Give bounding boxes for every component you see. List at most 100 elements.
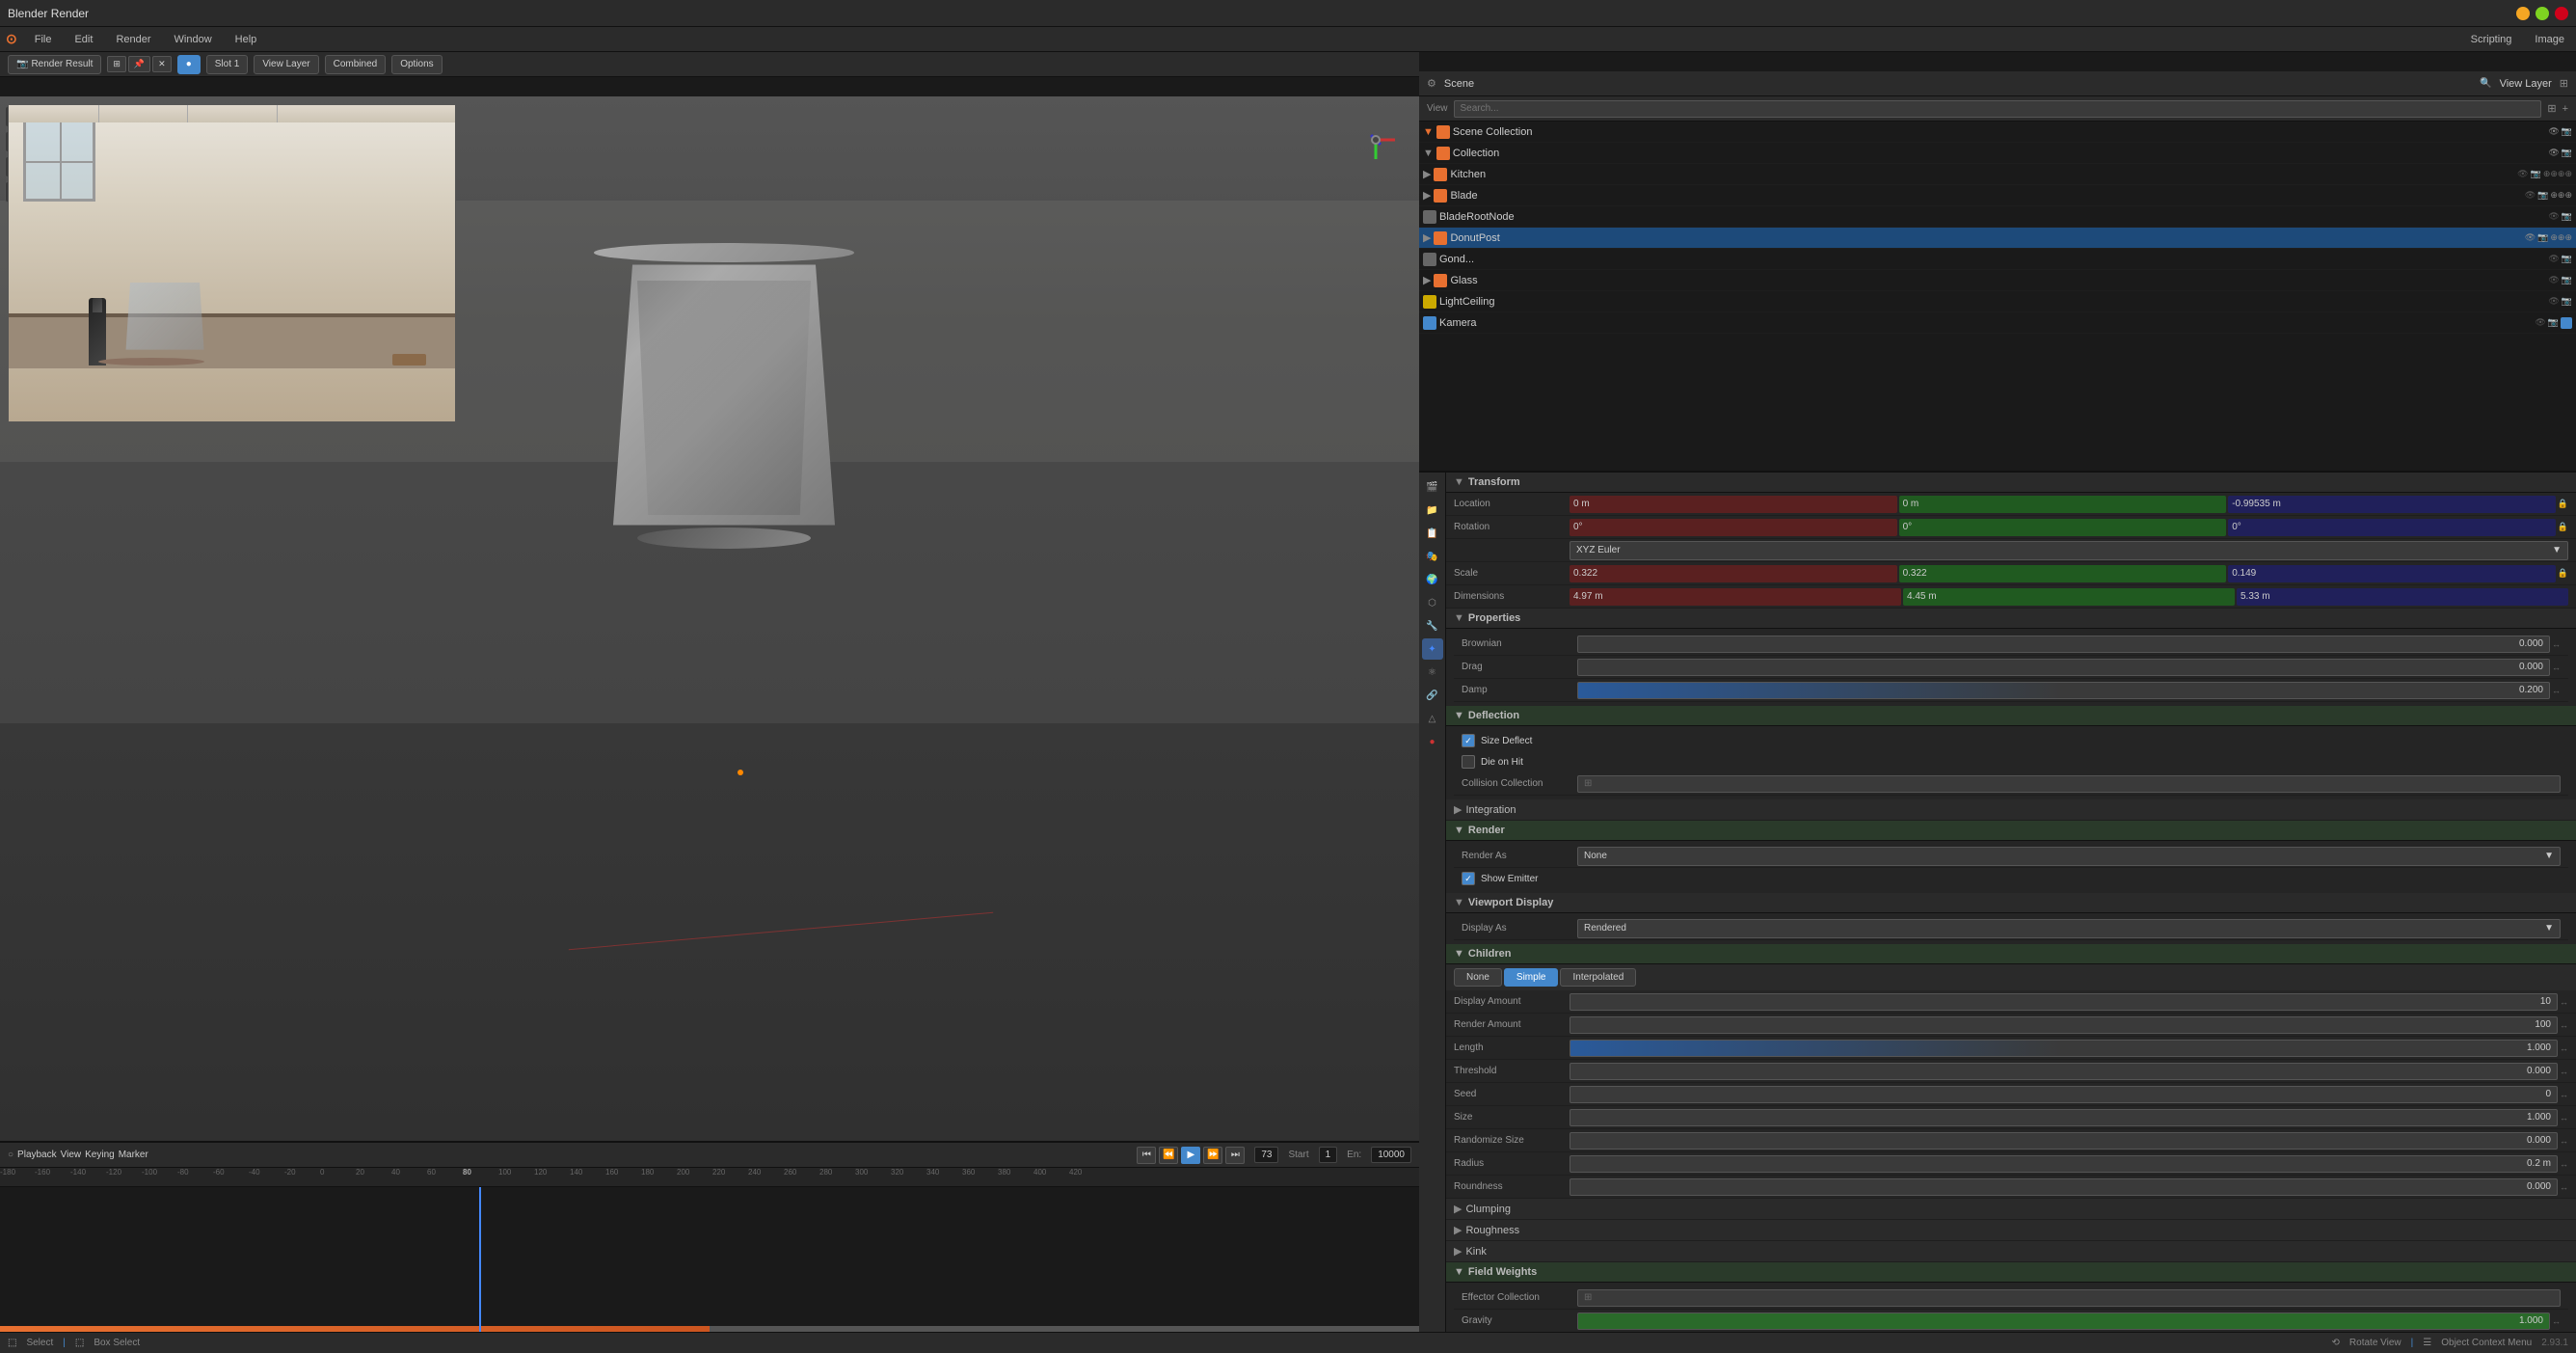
prop-render-icon[interactable]: 🎬 [1422,476,1443,498]
sc-kamera[interactable]: Kamera 👁 📷 [1419,312,2576,334]
properties-header[interactable]: ▼ Properties [1446,609,2576,629]
sc-glass[interactable]: ▶ Glass 👁 📷 [1419,270,2576,291]
sc-lightceiling[interactable]: LightCeiling 👁 📷 [1419,291,2576,312]
gond-eye[interactable]: 👁 [2548,254,2559,264]
blade-cam[interactable]: 📷 [2537,190,2548,201]
close-button[interactable] [2555,7,2568,20]
menu-blender[interactable]: ⊙ [6,31,17,47]
tab-interpolated[interactable]: Interpolated [1560,968,1636,987]
menu-render[interactable]: Render [110,32,156,47]
outliner-filter[interactable]: ⊞ [2547,102,2556,115]
rs-icon[interactable]: ↔ [2560,1136,2568,1146]
step-back-btn[interactable]: ⏪ [1159,1147,1178,1164]
loc-y-field[interactable]: 0 m [1899,496,2227,513]
damp-icon[interactable]: ↔ [2552,686,2561,695]
sc-bladerootnode[interactable]: BladeRootNode 👁 📷 [1419,206,2576,228]
rot-z-field[interactable]: 0° [2228,519,2556,536]
jump-start-btn[interactable]: ⏮ [1137,1147,1156,1164]
keying-menu[interactable]: Keying [85,1150,115,1160]
thr-icon[interactable]: ↔ [2560,1067,2568,1076]
view-layer-btn[interactable]: View Layer [254,55,318,74]
prop-output-icon[interactable]: 📁 [1422,500,1443,521]
render-view-btn[interactable]: ⊞ [107,56,126,72]
loc-z-field[interactable]: -0.99535 m [2228,496,2556,513]
render-pin-btn[interactable]: 📌 [128,56,150,72]
display-amount-value[interactable]: 10 [1570,993,2558,1011]
loc-lock-icon[interactable]: 🔒 [2558,499,2568,509]
children-header[interactable]: ▼ Children [1446,944,2576,964]
menu-window[interactable]: Window [169,32,218,47]
maximize-button[interactable] [2536,7,2549,20]
kitchen-eye[interactable]: 👁 [2517,169,2528,179]
die-on-hit-checkbox[interactable] [1462,755,1475,769]
drag-value[interactable]: 0.000 [1577,659,2550,676]
prop-particles-icon[interactable]: ✦ [1422,638,1443,660]
gizmo[interactable] [1347,111,1405,169]
dim-y-field[interactable]: 4.45 m [1903,588,2235,606]
radius-value[interactable]: 0.2 m [1570,1155,2558,1173]
seed-icon[interactable]: ↔ [2560,1090,2568,1099]
prop-obj-icon[interactable]: ⬡ [1422,592,1443,613]
play-btn[interactable]: ▶ [1181,1147,1200,1164]
outliner-view[interactable]: View [1427,103,1448,114]
sz-icon[interactable]: ↔ [2560,1113,2568,1123]
menu-help[interactable]: Help [229,32,263,47]
rot-y-field[interactable]: 0° [1899,519,2227,536]
lc-eye[interactable]: 👁 [2548,296,2559,307]
kam-eye[interactable]: 👁 [2535,317,2545,329]
filter-icon[interactable]: ⊞ [2560,77,2568,90]
da-icon[interactable]: ↔ [2560,997,2568,1007]
roughness-header[interactable]: ▶ Roughness [1446,1220,2576,1241]
slot-btn[interactable]: Slot 1 [206,55,249,74]
sc-collection[interactable]: ▼ Collection 👁 📷 [1419,143,2576,164]
viewport-display-header[interactable]: ▼ Viewport Display [1446,893,2576,913]
minimize-button[interactable] [2516,7,2530,20]
sc-donutpost[interactable]: ▶ DonutPost 👁 📷 ⊕⊕⊕ [1419,228,2576,249]
len-icon[interactable]: ↔ [2560,1043,2568,1053]
render-header[interactable]: ▼ Render [1446,821,2576,841]
effector-collection-value[interactable]: ⊞ [1577,1289,2561,1307]
sc-scene-collection[interactable]: ▼ Scene Collection 👁 📷 [1419,122,2576,143]
step-fwd-btn[interactable]: ⏩ [1203,1147,1222,1164]
outliner-add[interactable]: + [2563,103,2568,115]
col-cam[interactable]: 📷 [2562,148,2572,158]
deflection-header[interactable]: ▼ Deflection [1446,706,2576,726]
field-weights-header[interactable]: ▼ Field Weights [1446,1262,2576,1283]
tab-none[interactable]: None [1454,968,1502,987]
brownian-value[interactable]: 0.000 [1577,636,2550,653]
rot-x-field[interactable]: 0° [1570,519,1897,536]
size-deflect-checkbox[interactable] [1462,734,1475,747]
glass-cam[interactable]: 📷 [2562,275,2572,285]
prop-physics-icon[interactable]: ⚛ [1422,662,1443,683]
dim-x-field[interactable]: 4.97 m [1570,588,1901,606]
brn-cam[interactable]: 📷 [2562,211,2572,222]
loc-x-field[interactable]: 0 m [1570,496,1897,513]
kink-header[interactable]: ▶ Kink [1446,1241,2576,1262]
ra-icon[interactable]: ↔ [2560,1020,2568,1030]
start-frame[interactable]: 1 [1319,1147,1338,1163]
timeline-track[interactable] [0,1187,1419,1332]
render-result-btn[interactable]: 📷 Render Result [8,55,101,74]
show-emitter-checkbox[interactable] [1462,872,1475,885]
sc-blade[interactable]: ▶ Blade 👁 📷 ⊕⊕⊕ [1419,185,2576,206]
view-menu[interactable]: View [61,1150,82,1160]
outliner-search[interactable] [1454,100,2542,118]
vis-eye[interactable]: 👁 [2548,126,2559,137]
length-value[interactable]: 1.000 [1570,1040,2558,1057]
integration-header[interactable]: ▶ Integration [1446,799,2576,821]
prop-scene-icon[interactable]: 🎭 [1422,546,1443,567]
prop-material-icon[interactable]: ● [1422,731,1443,752]
end-frame[interactable]: 10000 [1371,1147,1411,1163]
collision-collection-value[interactable]: ⊞ [1577,775,2561,793]
round-icon[interactable]: ↔ [2560,1182,2568,1192]
rad-icon[interactable]: ↔ [2560,1159,2568,1169]
glass-eye[interactable]: 👁 [2548,275,2559,285]
prop-constraints-icon[interactable]: 🔗 [1422,685,1443,706]
playhead[interactable] [479,1187,481,1332]
dim-z-field[interactable]: 5.33 m [2237,588,2568,606]
dp-cam[interactable]: 📷 [2537,232,2548,243]
display-as-dropdown[interactable]: Rendered ▼ [1577,919,2561,938]
roundness-value[interactable]: 0.000 [1570,1178,2558,1196]
threshold-value[interactable]: 0.000 [1570,1063,2558,1080]
sc-kitchen[interactable]: ▶ Kitchen 👁 📷 ⊕⊕⊕⊕ [1419,164,2576,185]
